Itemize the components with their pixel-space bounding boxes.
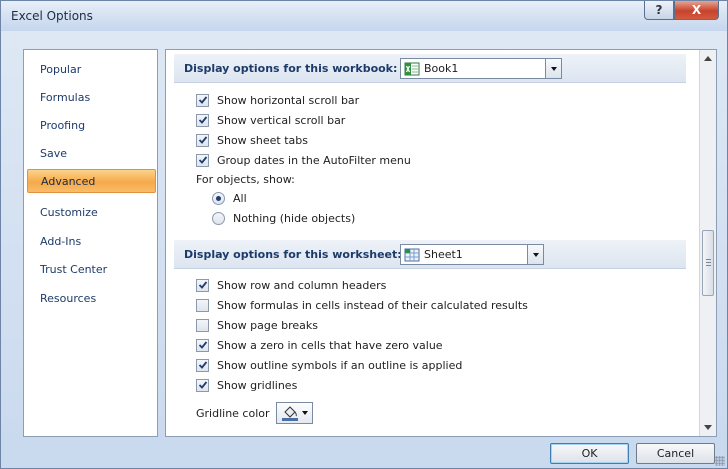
sidebar-item-resources[interactable]: Resources [27, 287, 156, 311]
scroll-up-icon[interactable] [704, 56, 712, 61]
workbook-select-value: Book1 [424, 62, 459, 75]
sidebar-item-add-ins[interactable]: Add-Ins [27, 230, 156, 254]
option-label: Show page breaks [217, 318, 319, 332]
workbook-section-title: Display options for this workbook: [184, 62, 398, 75]
checkbox-unchecked-icon[interactable] [196, 298, 209, 312]
option-label: Show row and column headers [217, 278, 387, 292]
ok-button[interactable]: OK [550, 443, 629, 464]
sidebar-item-save[interactable]: Save [27, 142, 156, 166]
help-button[interactable]: ? [644, 1, 674, 20]
sidebar-item-advanced[interactable]: Advanced [27, 169, 156, 193]
option-label: All [233, 191, 247, 205]
options-content-panel: Display options for this workbook: Book1… [165, 49, 717, 437]
worksheet-section-header: Display options for this worksheet: Shee… [174, 240, 686, 269]
chevron-down-icon [550, 66, 557, 71]
sidebar-item-trust-center[interactable]: Trust Center [27, 258, 156, 282]
options-sidebar: Popular Formulas Proofing Save Advanced … [23, 49, 158, 437]
checkbox-checked-icon[interactable] [196, 378, 209, 392]
worksheet-dropdown-arrow[interactable] [527, 245, 543, 264]
resize-grip-icon[interactable] [715, 456, 725, 466]
option-gridlines[interactable]: Show gridlines [196, 376, 297, 394]
close-icon: X [691, 3, 702, 17]
worksheet-section-title: Display options for this worksheet: [184, 248, 402, 261]
option-label: Show formulas in cells instead of their … [217, 298, 528, 312]
sidebar-item-customize[interactable]: Customize [27, 201, 156, 225]
title-bar: Excel Options ? X [1, 1, 727, 31]
option-row-column-headers[interactable]: Show row and column headers [196, 276, 386, 294]
option-label: Group dates in the AutoFilter menu [217, 153, 411, 167]
gridline-color-picker[interactable] [276, 402, 313, 424]
option-sheet-tabs[interactable]: Show sheet tabs [196, 131, 308, 149]
paint-bucket-icon [282, 406, 298, 421]
workbook-select[interactable]: Book1 [400, 58, 562, 79]
checkbox-checked-icon[interactable] [196, 93, 209, 107]
checkbox-unchecked-icon[interactable] [196, 318, 209, 332]
excel-options-window: Excel Options ? X Popular Formulas Proof… [0, 0, 728, 469]
workbook-section-header: Display options for this workbook: Book1 [174, 54, 686, 83]
workbook-dropdown-arrow[interactable] [545, 59, 561, 78]
objects-label: For objects, show: [196, 173, 295, 186]
chevron-down-icon [302, 411, 308, 415]
option-outline-symbols[interactable]: Show outline symbols if an outline is ap… [196, 356, 462, 374]
worksheet-select[interactable]: Sheet1 [400, 244, 544, 265]
checkbox-checked-icon[interactable] [196, 153, 209, 167]
option-objects-all[interactable]: All [212, 189, 247, 207]
checkbox-checked-icon[interactable] [196, 278, 209, 292]
option-label: Show vertical scroll bar [217, 113, 346, 127]
checkbox-checked-icon[interactable] [196, 358, 209, 372]
option-objects-nothing[interactable]: Nothing (hide objects) [212, 209, 355, 227]
option-group-dates[interactable]: Group dates in the AutoFilter menu [196, 151, 411, 169]
scroll-thumb[interactable] [702, 230, 714, 296]
option-label: Show outline symbols if an outline is ap… [217, 358, 463, 372]
gridline-color-label: Gridline color [196, 407, 270, 420]
window-title: Excel Options [11, 9, 93, 23]
option-zero-values[interactable]: Show a zero in cells that have zero valu… [196, 336, 443, 354]
worksheet-icon [404, 248, 420, 261]
option-label: Nothing (hide objects) [233, 211, 356, 225]
radio-selected-icon[interactable] [212, 191, 225, 205]
option-page-breaks[interactable]: Show page breaks [196, 316, 318, 334]
option-label: Show horizontal scroll bar [217, 93, 360, 107]
option-vertical-scroll-bar[interactable]: Show vertical scroll bar [196, 111, 345, 129]
option-label: Show gridlines [217, 378, 298, 392]
scroll-down-icon[interactable] [704, 425, 712, 430]
option-label: Show sheet tabs [217, 133, 308, 147]
checkbox-checked-icon[interactable] [196, 338, 209, 352]
checkbox-checked-icon[interactable] [196, 113, 209, 127]
workbook-icon [404, 62, 420, 75]
checkbox-checked-icon[interactable] [196, 133, 209, 147]
worksheet-select-value: Sheet1 [424, 248, 463, 261]
option-label: Show a zero in cells that have zero valu… [217, 338, 443, 352]
radio-unselected-icon[interactable] [212, 211, 225, 225]
close-button[interactable]: X [674, 1, 719, 20]
chevron-down-icon [532, 252, 539, 257]
sidebar-item-proofing[interactable]: Proofing [27, 114, 156, 138]
sidebar-item-formulas[interactable]: Formulas [27, 86, 156, 110]
cancel-button[interactable]: Cancel [636, 443, 715, 464]
sidebar-item-popular[interactable]: Popular [27, 58, 156, 82]
content-scrollbar[interactable] [699, 50, 716, 436]
help-icon: ? [655, 3, 663, 17]
option-show-formulas[interactable]: Show formulas in cells instead of their … [196, 296, 528, 314]
option-horizontal-scroll-bar[interactable]: Show horizontal scroll bar [196, 91, 359, 109]
